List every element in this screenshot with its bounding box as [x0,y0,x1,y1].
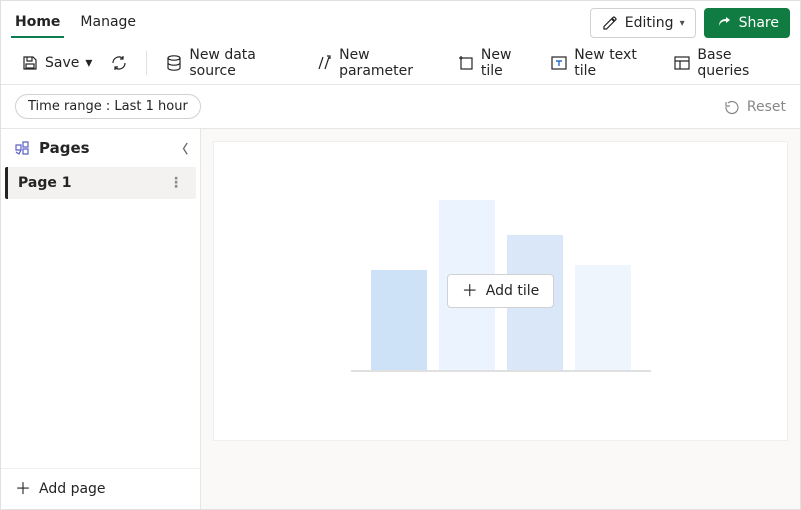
text-tile-icon [550,54,568,72]
save-label: Save [45,55,79,71]
pages-icon [13,139,31,157]
base-queries-label: Base queries [697,47,780,79]
more-vertical-icon: ⋮ [169,175,184,191]
new-parameter-label: New parameter [339,47,439,79]
empty-tile-area: ＋ Add tile [213,141,788,441]
new-text-tile-label: New text tile [574,47,655,79]
tab-manage[interactable]: Manage [76,8,140,38]
save-icon [21,54,39,72]
add-page-button[interactable]: ＋ Add page [1,468,200,509]
placeholder-baseline [351,370,651,372]
time-range-value: Last 1 hour [114,99,187,114]
share-label: Share [739,15,779,31]
editing-mode-button[interactable]: Editing ▾ [590,8,696,38]
new-tile-label: New tile [481,47,532,79]
plus-icon: ＋ [15,481,31,497]
new-parameter-button[interactable]: New parameter [309,43,445,83]
tab-home[interactable]: Home [11,8,64,38]
chevron-down-icon: ▾ [85,55,92,71]
tile-icon [457,54,475,72]
chevron-left-icon: 〈 [176,142,188,156]
sidebar-page-item[interactable]: Page 1 ⋮ [5,167,196,199]
chevron-down-icon: ▾ [680,18,685,29]
add-tile-button[interactable]: ＋ Add tile [447,274,554,308]
save-button[interactable]: Save ▾ [15,50,98,76]
share-button[interactable]: Share [704,8,790,38]
new-text-tile-button[interactable]: New text tile [544,43,661,83]
add-tile-label: Add tile [486,283,539,299]
pencil-icon [601,14,619,32]
add-page-label: Add page [39,481,106,497]
editing-label: Editing [625,15,674,31]
reset-button[interactable]: Reset [723,98,786,116]
new-tile-button[interactable]: New tile [451,43,538,83]
new-data-source-button[interactable]: New data source [159,43,303,83]
time-range-pill[interactable]: Time range : Last 1 hour [15,94,201,119]
pages-header: Pages [39,139,90,157]
time-range-label: Time range : [28,99,110,114]
divider [146,51,147,75]
base-queries-button[interactable]: Base queries [667,43,786,83]
plus-icon: ＋ [462,283,478,299]
collapse-sidebar-button[interactable]: 〈 [176,140,188,157]
reset-label: Reset [747,99,786,115]
database-icon [165,54,183,72]
refresh-icon [110,54,128,72]
page-label: Page 1 [18,175,71,191]
undo-icon [723,98,741,116]
page-more-button[interactable]: ⋮ [169,175,184,191]
parameter-icon [315,54,333,72]
refresh-button[interactable] [104,50,134,76]
new-data-source-label: New data source [189,47,297,79]
base-queries-icon [673,54,691,72]
share-icon [715,14,733,32]
